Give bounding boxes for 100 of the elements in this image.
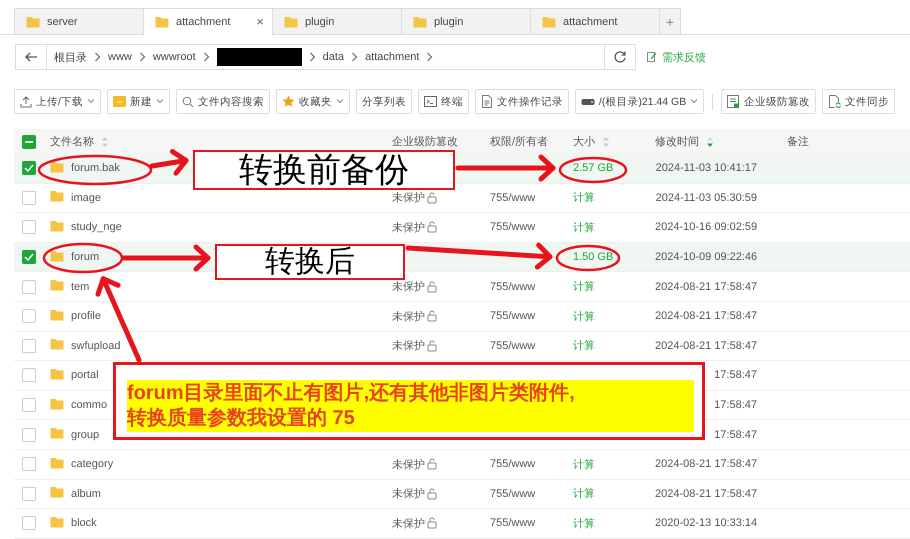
checkbox[interactable] (22, 190, 36, 205)
highlight-ellipse (556, 244, 620, 272)
highlight-ellipse (558, 156, 628, 184)
modified-time: 17:58:47 (714, 399, 757, 412)
chevron-icon (94, 52, 101, 62)
column-header: 权限/所有者 (490, 135, 548, 149)
chevron-icon (202, 52, 210, 62)
breadcrumb-link[interactable]: 根目录 (47, 50, 94, 64)
file-name[interactable]: image (71, 192, 101, 204)
tab[interactable]: server (14, 8, 144, 34)
sync-icon (828, 95, 842, 108)
lock-icon (427, 458, 437, 470)
lock-icon (427, 488, 437, 500)
document-icon (727, 95, 740, 108)
column-header[interactable]: 文件名称 (50, 134, 94, 149)
file-name[interactable]: group (71, 428, 100, 441)
modified-time: 2024-10-16 09:02:59 (655, 221, 758, 234)
checkbox[interactable] (22, 161, 36, 176)
toolbar-button[interactable]: 文件内容搜索 (176, 89, 270, 114)
annotation-arrow (150, 149, 189, 176)
lock-icon (427, 221, 437, 234)
checkbox[interactable] (22, 280, 36, 294)
file-name[interactable]: portal (71, 369, 99, 382)
toolbar-button[interactable]: 企业级防篡改 (721, 89, 816, 114)
tab[interactable]: plugin (272, 8, 402, 34)
toolbar-button[interactable]: 文件同步 (822, 89, 896, 114)
chevron-icon (351, 52, 358, 62)
toolbar-button[interactable]: 文件操作记录 (474, 89, 569, 114)
modified-time: 2024-11-03 05:30:59 (656, 192, 757, 204)
checkbox[interactable] (22, 309, 36, 324)
permissions-cell: 755/www (490, 458, 536, 470)
checkbox[interactable] (22, 428, 36, 442)
toolbar-button[interactable]: /(根目录)21.44 GB (574, 89, 704, 114)
lock-icon (427, 340, 437, 352)
tick-icon (24, 253, 34, 262)
file-name[interactable]: album (71, 488, 101, 500)
folder-icon (50, 427, 64, 440)
toolbar-button[interactable]: 分享列表 (356, 89, 412, 114)
checkbox[interactable] (22, 368, 36, 382)
folder-icon (155, 16, 169, 28)
permissions-cell: 755/www (490, 517, 536, 530)
toolbar-button[interactable]: 新建 (106, 89, 170, 114)
tab[interactable]: plugin (401, 8, 531, 34)
toolbar-button[interactable]: 收藏夹 (276, 89, 350, 114)
modified-time: 17:58:47 (714, 428, 757, 441)
file-name[interactable]: forum (71, 251, 100, 264)
file-name[interactable]: profile (71, 310, 101, 322)
search-icon (182, 96, 194, 108)
lock-icon (427, 517, 437, 530)
checkbox[interactable] (22, 457, 36, 472)
annotation-label: 转换前备份 (193, 150, 455, 190)
file-name[interactable]: forum.bak (71, 162, 120, 174)
lock-icon (427, 192, 437, 204)
folder-icon (50, 160, 64, 173)
checkbox[interactable] (22, 486, 36, 501)
protection-status: 未保护 (392, 220, 425, 235)
toolbar-button[interactable]: 终端 (418, 89, 469, 114)
tab[interactable]: attachment × (143, 8, 273, 35)
checkbox[interactable] (22, 250, 36, 264)
permissions-cell: 755/www (490, 488, 536, 500)
tick-icon (24, 164, 34, 172)
close-button[interactable]: × (256, 14, 264, 29)
modified-time: 2024-08-21 17:58:47 (655, 310, 758, 322)
folder-icon (50, 220, 64, 232)
file-name[interactable]: category (71, 458, 114, 470)
folder-icon (413, 16, 427, 28)
modified-time: 2024-08-21 17:58:47 (655, 458, 758, 470)
document-icon (480, 95, 493, 108)
folder-icon (50, 486, 64, 498)
folder-icon (112, 96, 126, 107)
column-header[interactable]: 修改时间 (655, 134, 699, 149)
breadcrumb-link[interactable]: data (316, 51, 352, 63)
checkbox[interactable] (22, 516, 36, 530)
file-name[interactable]: tem (71, 280, 90, 293)
tab[interactable]: attachment (530, 8, 660, 34)
file-name[interactable]: commo (71, 399, 108, 412)
refresh-icon (613, 50, 627, 64)
annotation-text: 转换质量参数我设置的 75 (127, 406, 356, 431)
breadcrumb-link[interactable]: attachment (358, 51, 426, 63)
protection-status: 未保护 (392, 190, 425, 206)
folder-icon (50, 398, 64, 410)
breadcrumb-link[interactable]: wwwroot (146, 51, 203, 63)
toolbar-button[interactable]: 上传/下载 (14, 89, 101, 114)
file-name[interactable]: study_nge (71, 221, 122, 234)
checkbox[interactable] (22, 398, 36, 412)
breadcrumb-link[interactable]: www (101, 51, 139, 63)
protection-status: 未保护 (392, 486, 425, 502)
file-name[interactable]: swfupload (71, 340, 121, 352)
permissions-cell: 755/www (490, 221, 536, 234)
column-header[interactable]: 大小 (573, 134, 595, 149)
chevron-icon (308, 52, 316, 62)
file-name[interactable]: block (71, 517, 97, 530)
protection-status: 未保护 (392, 458, 425, 472)
folder-icon (50, 516, 64, 528)
permissions-cell: 755/www (490, 310, 536, 322)
column-header: 企业级防篡改 (392, 135, 458, 149)
folder-icon (50, 279, 64, 292)
checkbox[interactable] (22, 134, 36, 148)
checkbox[interactable] (22, 220, 36, 234)
checkbox[interactable] (22, 338, 36, 353)
